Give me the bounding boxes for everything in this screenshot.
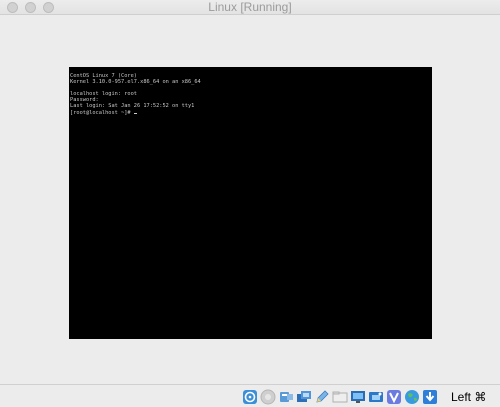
window-title: Linux [Running] xyxy=(208,0,292,14)
vm-display-area[interactable]: CentOS Linux 7 (Core) Kernel 3.10.0-957.… xyxy=(0,16,500,384)
console-prompt: [root@localhost ~]# xyxy=(70,109,134,116)
globe-icon[interactable] xyxy=(404,389,420,405)
console-line: CentOS Linux 7 (Core) xyxy=(70,73,137,79)
optical-drive-icon[interactable] xyxy=(242,389,258,405)
status-bar: Left ⌘ xyxy=(0,384,500,407)
usb-icon[interactable] xyxy=(278,389,294,405)
host-key-indicator: Left ⌘ xyxy=(451,390,487,404)
console-line: Last login: Sat Jan 26 17:52:52 on tty1 xyxy=(70,103,195,110)
console-line: localhost login: root xyxy=(70,91,137,98)
virtualbox-window: Linux [Running] CentOS Linux 7 (Core) Ke… xyxy=(0,0,500,407)
console-output: CentOS Linux 7 (Core) Kernel 3.10.0-957.… xyxy=(70,73,201,116)
console-line: Password: xyxy=(70,97,99,104)
status-icons xyxy=(242,388,438,406)
shared-folder-icon[interactable] xyxy=(332,389,348,405)
title-bar[interactable]: Linux [Running] xyxy=(0,0,500,15)
console-line: Kernel 3.10.0-957.el7.x86_64 on an x86_6… xyxy=(70,79,201,86)
audio-icon[interactable] xyxy=(260,389,276,405)
network-icon[interactable] xyxy=(296,389,312,405)
text-cursor xyxy=(133,112,137,114)
virtualbox-icon[interactable] xyxy=(386,389,402,405)
pencil-icon[interactable] xyxy=(314,389,330,405)
guest-console-screen[interactable]: CentOS Linux 7 (Core) Kernel 3.10.0-957.… xyxy=(69,67,432,339)
capture-icon[interactable] xyxy=(368,389,384,405)
download-arrow-icon[interactable] xyxy=(422,389,438,405)
display-icon[interactable] xyxy=(350,389,366,405)
